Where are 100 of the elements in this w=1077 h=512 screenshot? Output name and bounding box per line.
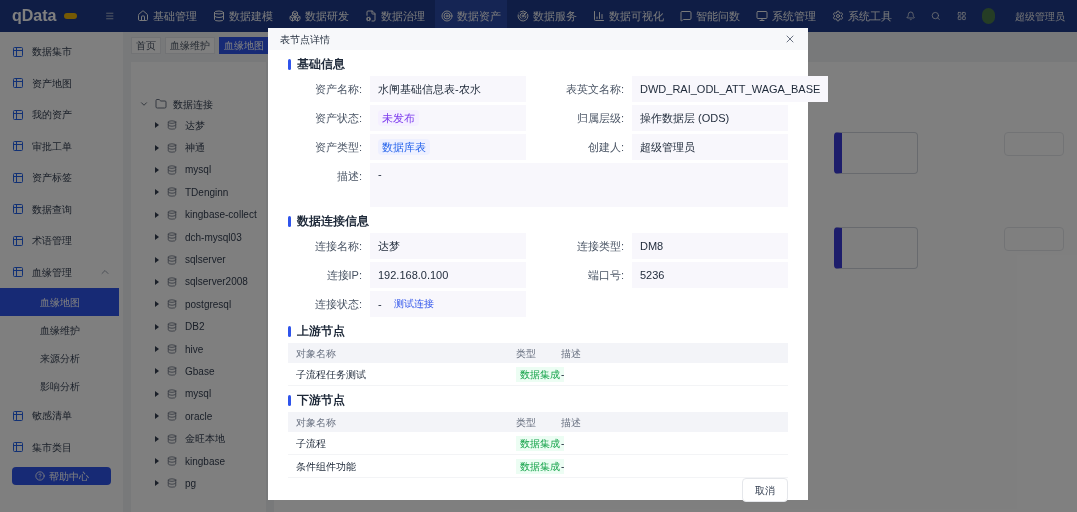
tree-node[interactable]: sqlserver xyxy=(139,248,266,271)
value-text: DWD_RAI_ODL_ATT_WAGA_BASE xyxy=(640,82,821,97)
tree-caret-icon xyxy=(155,413,159,420)
nav-tab[interactable]: 系统工具 xyxy=(825,0,898,32)
database-icon xyxy=(167,366,177,377)
table-cell-text: 子流程 xyxy=(296,436,327,451)
page-tab[interactable]: 血缘维护 xyxy=(165,36,215,54)
section-marker xyxy=(288,325,291,337)
status-text: - xyxy=(378,297,382,312)
test-connection-link[interactable]: 测试连接 xyxy=(393,291,434,317)
tree-caret-icon xyxy=(155,323,159,330)
database-icon xyxy=(167,254,177,265)
tree-node[interactable]: 神通 xyxy=(139,136,266,159)
table-cell-text: - xyxy=(561,459,566,474)
nav-tab[interactable]: 数据可视化 xyxy=(586,0,670,32)
tree-node[interactable]: hive xyxy=(139,337,266,361)
nav-icon xyxy=(212,10,225,22)
tree-node[interactable]: pg xyxy=(139,472,266,495)
tree-caret-icon xyxy=(155,368,159,375)
sidebar-subitem[interactable]: 血缘地图 xyxy=(0,288,119,316)
field-label: 表英文名称: xyxy=(564,82,625,97)
sidebar-item[interactable]: 资产地图 xyxy=(0,67,123,99)
page-tab[interactable]: 血缘地图 xyxy=(219,36,269,54)
sidebar-subitem[interactable]: 血缘维护 xyxy=(0,316,119,344)
sidebar-item[interactable]: 我的资产 xyxy=(0,99,123,131)
search-icon[interactable] xyxy=(931,10,941,22)
tree-node[interactable]: TDenginn xyxy=(139,181,266,204)
tree-node[interactable]: dch-mysql03 xyxy=(139,225,266,249)
nav-icon xyxy=(288,10,301,22)
nav-tab[interactable]: 数据研发 xyxy=(282,0,355,32)
menu-item-icon xyxy=(12,45,24,58)
field-label: 连接状态: xyxy=(313,297,363,312)
sidebar-item[interactable]: 审批工单 xyxy=(0,130,123,162)
lineage-node-card[interactable] xyxy=(834,132,918,174)
menu-item-icon xyxy=(12,441,24,454)
nav-tab[interactable]: 系统管理 xyxy=(749,0,822,32)
close-icon[interactable] xyxy=(784,33,796,45)
section-title: 数据连接信息 xyxy=(297,213,369,230)
column-header: 对象名称 xyxy=(296,346,337,361)
value-text: 操作数据层 (ODS) xyxy=(640,111,730,126)
tree-node[interactable]: 达梦 xyxy=(139,114,266,137)
cancel-button[interactable]: 取消 xyxy=(742,478,788,502)
database-icon xyxy=(167,411,177,422)
help-center-button[interactable]: 帮助中心 xyxy=(12,467,111,485)
tree-node[interactable]: mysql xyxy=(139,382,266,406)
logo-badge-icon xyxy=(64,13,78,19)
sidebar-item[interactable]: 集市类目 xyxy=(0,431,123,463)
nav-tab[interactable]: 数据服务 xyxy=(510,0,583,32)
sidebar-item[interactable]: 敏感清单 xyxy=(0,400,123,432)
lineage-node-card[interactable] xyxy=(834,227,918,269)
tree-node[interactable]: oracle xyxy=(139,405,266,428)
grid-icon[interactable] xyxy=(956,10,967,22)
sidebar-item[interactable]: 血缘管理 xyxy=(0,256,123,288)
section-marker xyxy=(288,58,291,70)
tree-caret-icon xyxy=(155,122,159,129)
tree-caret-icon xyxy=(155,346,159,353)
tree-node[interactable]: kingbase-collect xyxy=(139,203,266,226)
nav-tab[interactable]: 数据建模 xyxy=(206,0,279,32)
nav-tab[interactable]: 数据治理 xyxy=(358,0,431,32)
database-icon xyxy=(167,187,177,198)
tree-node[interactable]: kingbase xyxy=(139,449,266,473)
field-label: 描述: xyxy=(335,169,363,184)
menu-icon[interactable] xyxy=(105,10,115,22)
field-label: 创建人: xyxy=(586,140,625,155)
bell-icon[interactable] xyxy=(905,10,916,22)
avatar[interactable] xyxy=(982,8,995,24)
database-icon xyxy=(167,142,177,153)
sidebar-item[interactable]: 资产标签 xyxy=(0,162,123,194)
tree-node[interactable]: DB2 xyxy=(139,315,266,338)
nav-icon xyxy=(440,10,453,22)
sidebar-item[interactable]: 数据集市 xyxy=(0,36,123,68)
sidebar-subitem[interactable]: 影响分析 xyxy=(0,372,119,400)
database-icon xyxy=(167,232,177,243)
value-text: 192.168.0.100 xyxy=(378,268,449,283)
tree-caret-icon xyxy=(155,256,159,263)
page-tab[interactable]: 首页 xyxy=(131,36,161,54)
tree-node[interactable]: postgresql xyxy=(139,293,266,316)
sidebar-item[interactable]: 数据查询 xyxy=(0,193,123,225)
type-tag: 数据库表 xyxy=(378,139,430,155)
tree-node[interactable]: 数据连接 xyxy=(139,94,266,114)
user-name[interactable]: 超级管理员 xyxy=(1015,8,1065,24)
database-icon xyxy=(167,299,177,310)
section-marker xyxy=(288,215,291,227)
nav-tab[interactable]: 基础管理 xyxy=(130,0,203,32)
nav-tab[interactable]: 智能问数 xyxy=(673,0,746,32)
tree-node[interactable]: sqlserver2008 xyxy=(139,270,266,294)
column-header: 对象名称 xyxy=(296,415,337,430)
tree-caret-icon xyxy=(155,435,159,442)
section-marker xyxy=(288,394,291,406)
tree-node[interactable]: mysql xyxy=(139,158,266,182)
database-icon xyxy=(167,321,177,332)
menu-item-icon xyxy=(12,203,24,216)
tree-caret-icon xyxy=(155,234,159,241)
tree-node[interactable]: 金旺本地 xyxy=(139,427,266,450)
sidebar-subitem[interactable]: 来源分析 xyxy=(0,344,119,372)
menu-item-icon xyxy=(12,266,24,279)
tree-node[interactable]: Gbase xyxy=(139,360,266,383)
sidebar-item[interactable]: 术语管理 xyxy=(0,225,123,257)
help-icon xyxy=(34,471,45,481)
column-header: 描述 xyxy=(561,346,582,361)
